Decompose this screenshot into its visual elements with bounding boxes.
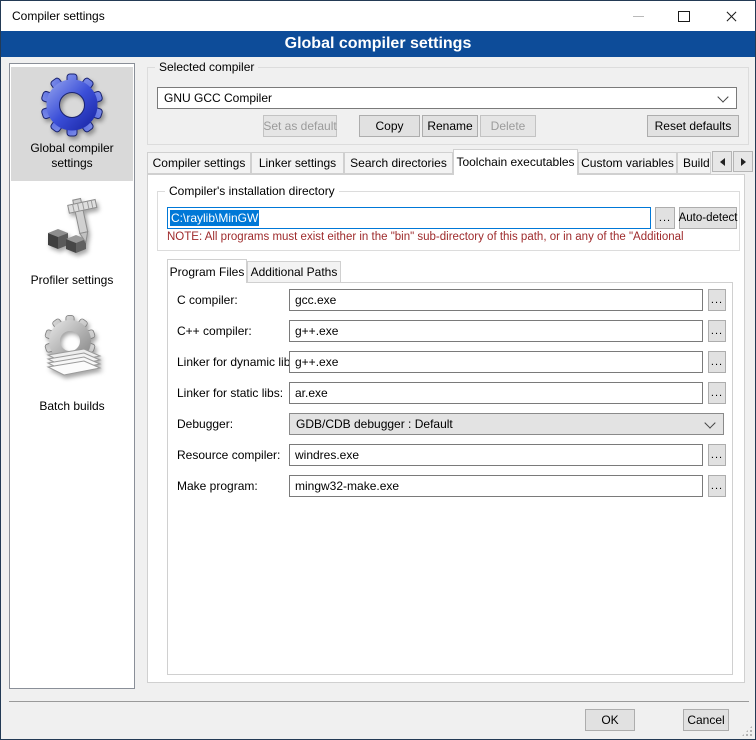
caliper-icon: [40, 197, 104, 261]
sidebar-item-global-compiler-settings-label: Global compiler settings: [11, 141, 133, 171]
c-compiler-label: C compiler:: [177, 293, 238, 307]
rename-button[interactable]: Rename: [422, 115, 478, 137]
cpp-compiler-input[interactable]: [289, 320, 703, 342]
tab-linker-settings[interactable]: Linker settings: [251, 152, 344, 174]
make-program-label: Make program:: [177, 479, 258, 493]
install-dir-selected-text: C:\raylib\MinGW: [170, 210, 259, 226]
subtab-additional-paths[interactable]: Additional Paths: [247, 261, 341, 283]
cancel-button[interactable]: Cancel: [683, 709, 729, 731]
install-dir-browse-button[interactable]: ...: [655, 207, 675, 229]
resource-compiler-browse-button[interactable]: ...: [708, 444, 726, 466]
linker-dynamic-label: Linker for dynamic libs:: [177, 355, 300, 369]
arrow-right-icon: [741, 158, 746, 166]
maximize-button[interactable]: [661, 1, 707, 31]
debugger-label: Debugger:: [177, 417, 233, 431]
sidebar-item-profiler-settings-label: Profiler settings: [11, 273, 133, 288]
tab-compiler-settings[interactable]: Compiler settings: [147, 152, 251, 174]
c-compiler-browse-button[interactable]: ...: [708, 289, 726, 311]
close-icon: [725, 10, 738, 23]
compiler-select[interactable]: GNU GCC Compiler: [157, 87, 737, 109]
gear-gray-stack-icon: [40, 315, 104, 379]
tab-scroll-right-button[interactable]: [733, 151, 753, 172]
resource-compiler-input[interactable]: [289, 444, 703, 466]
linker-static-label: Linker for static libs:: [177, 386, 283, 400]
chevron-down-icon: [717, 91, 728, 102]
sidebar-item-batch-builds-label: Batch builds: [11, 399, 133, 414]
make-program-input[interactable]: [289, 475, 703, 497]
arrow-left-icon: [720, 158, 725, 166]
auto-detect-button[interactable]: Auto-detect: [679, 207, 737, 229]
chevron-down-icon: [704, 417, 715, 428]
window-title: Compiler settings: [12, 1, 105, 31]
install-dir-group-label: Compiler's installation directory: [165, 184, 339, 198]
debugger-select-value: GDB/CDB debugger : Default: [290, 417, 706, 431]
linker-static-browse-button[interactable]: ...: [708, 382, 726, 404]
cpp-compiler-browse-button[interactable]: ...: [708, 320, 726, 342]
close-button[interactable]: [707, 1, 755, 31]
linker-static-input[interactable]: [289, 382, 703, 404]
minimize-button[interactable]: [615, 1, 661, 31]
dialog-banner: Global compiler settings: [1, 31, 755, 57]
tab-build-options[interactable]: Build options: [677, 152, 711, 174]
cpp-compiler-label: C++ compiler:: [177, 324, 252, 338]
ok-button[interactable]: OK: [585, 709, 635, 731]
selected-compiler-group-label: Selected compiler: [155, 60, 258, 74]
linker-dynamic-browse-button[interactable]: ...: [708, 351, 726, 373]
reset-defaults-button[interactable]: Reset defaults: [647, 115, 739, 137]
tab-custom-variables[interactable]: Custom variables: [578, 152, 677, 174]
install-dir-input[interactable]: C:\raylib\MinGW: [167, 207, 651, 229]
make-program-browse-button[interactable]: ...: [708, 475, 726, 497]
tab-scroll-left-button[interactable]: [712, 151, 732, 172]
subtab-program-files[interactable]: Program Files: [167, 259, 247, 283]
minimize-icon: [633, 16, 644, 17]
linker-dynamic-input[interactable]: [289, 351, 703, 373]
install-dir-note: NOTE: All programs must exist either in …: [167, 231, 735, 246]
compiler-settings-dialog: Compiler settings Global compiler settin…: [0, 0, 756, 740]
copy-button[interactable]: Copy: [359, 115, 420, 137]
set-as-default-button: Set as default: [263, 115, 337, 137]
maximize-icon: [678, 11, 690, 22]
debugger-select[interactable]: GDB/CDB debugger : Default: [289, 413, 724, 435]
footer-separator: [9, 701, 749, 702]
compiler-select-value: GNU GCC Compiler: [158, 91, 719, 105]
delete-button: Delete: [480, 115, 536, 137]
tab-search-directories[interactable]: Search directories: [344, 152, 453, 174]
tab-toolchain-executables[interactable]: Toolchain executables: [453, 149, 578, 175]
resource-compiler-label: Resource compiler:: [177, 448, 280, 462]
c-compiler-input[interactable]: [289, 289, 703, 311]
resize-grip[interactable]: [741, 725, 753, 737]
gear-blue-icon: [40, 73, 104, 137]
